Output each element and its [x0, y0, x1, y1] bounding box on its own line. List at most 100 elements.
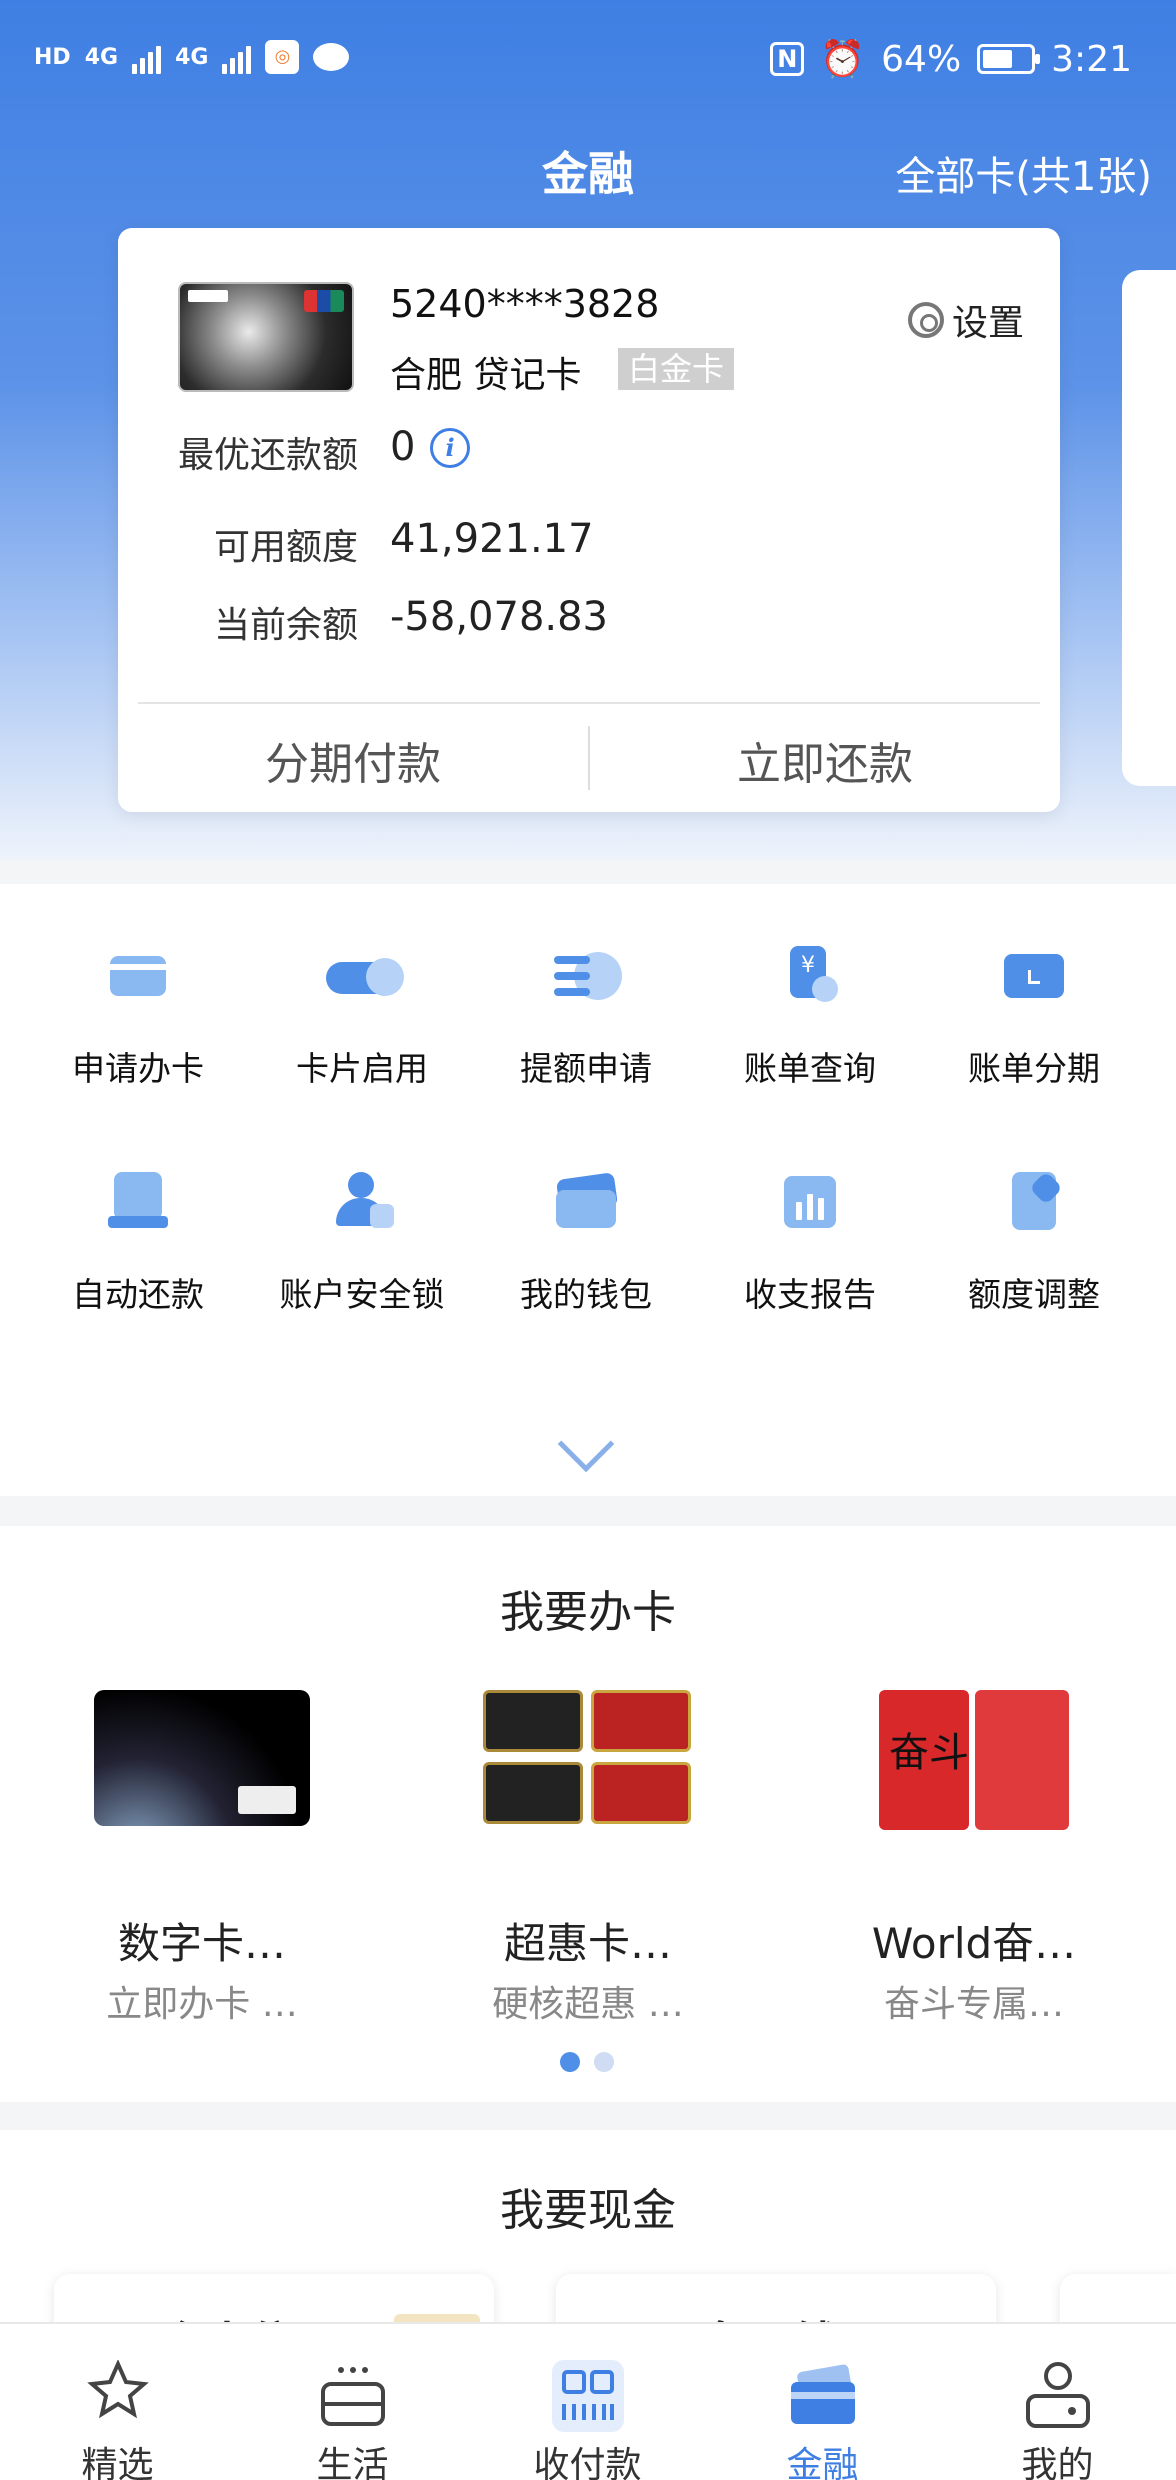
tab-label: 金融 — [786, 2445, 859, 2480]
promo-subtitle: 硬核超惠 … — [492, 1984, 684, 2025]
limit-adjust-icon — [998, 1171, 1070, 1232]
tab-label: 精选 — [81, 2445, 154, 2480]
limit-increase-icon — [550, 946, 622, 1006]
bank-logo-icon — [188, 290, 228, 302]
bottom-tab-bar: 精选 生活 收付款 金融 我的 — [0, 2322, 1176, 2480]
section-title: 我要现金 — [500, 2185, 676, 2236]
promo-subtitle: 奋斗专属… — [883, 1984, 1064, 2025]
tab-scan-pay[interactable]: 收付款 — [470, 2324, 705, 2480]
service-bill-query[interactable]: ¥ 账单查询 — [692, 946, 928, 1090]
service-label: 自动还款 — [72, 1275, 204, 1314]
super-card-image — [483, 1690, 693, 1850]
divider — [138, 702, 1040, 704]
service-wallet[interactable]: 我的钱包 — [468, 1172, 704, 1316]
profile-icon — [1026, 2362, 1090, 2428]
promo-subtitle: 立即办卡 … — [106, 1984, 298, 2025]
alarm-icon: ⏰ — [820, 39, 866, 80]
report-icon — [774, 1172, 846, 1232]
gear-icon — [907, 302, 944, 338]
card-image — [178, 282, 354, 392]
service-limit-increase[interactable]: 提额申请 — [468, 946, 704, 1090]
service-limit-adjust[interactable]: 额度调整 — [916, 1171, 1152, 1316]
promo-name: World奋… — [871, 1919, 1077, 1968]
account-lock-icon — [326, 1172, 398, 1232]
unionpay-logo-icon — [304, 290, 344, 312]
signal-icon — [132, 40, 162, 74]
service-label: 账单分期 — [968, 1049, 1100, 1088]
status-left: HD 4G 4G ◎ — [34, 40, 350, 74]
service-activate-card[interactable]: 卡片启用 — [244, 946, 480, 1090]
card-type: 合肥 贷记卡 — [390, 355, 582, 396]
available-credit-label: 可用额度 — [213, 527, 358, 568]
tab-label: 我的 — [1021, 2445, 1094, 2480]
wallet-icon — [550, 1172, 622, 1232]
credit-card-panel: 5240****3828 合肥 贷记卡 白金卡 设置 最优还款额 0 i 可用额… — [118, 228, 1060, 812]
service-label: 我的钱包 — [520, 1275, 652, 1314]
apply-card-icon — [102, 946, 174, 1006]
battery-icon — [977, 44, 1041, 74]
available-credit-value: 41,921.17 — [390, 516, 594, 562]
finance-card-icon — [791, 2364, 855, 2424]
network-type-2: 4G — [175, 44, 209, 70]
card-settings-button[interactable]: 设置 — [907, 294, 1024, 346]
bill-installment-icon — [998, 946, 1070, 1006]
auto-repay-icon — [102, 1172, 174, 1232]
carousel-dot[interactable] — [594, 2052, 614, 2072]
chat-notification-icon — [313, 43, 350, 71]
card-number: 5240****3828 — [390, 282, 660, 326]
services-grid: 申请办卡 卡片启用 提额申请 ¥ 账单查询 账单分期 自动还款 账户安全锁 我的… — [0, 884, 1176, 1496]
card-tier-badge: 白金卡 — [618, 348, 735, 390]
all-cards-button[interactable]: 全部卡(共1张) — [895, 144, 1152, 202]
status-bar: HD 4G 4G ◎ N ⏰ 64% 3:21 — [0, 0, 1176, 120]
promo-super-card[interactable]: 超惠卡… 硬核超惠 … — [438, 1690, 738, 2027]
service-label: 额度调整 — [968, 1275, 1100, 1314]
service-account-lock[interactable]: 账户安全锁 — [244, 1172, 480, 1316]
app-notification-icon: ◎ — [265, 40, 300, 74]
settings-label: 设置 — [951, 303, 1024, 344]
scan-pay-icon — [552, 2360, 624, 2432]
tab-profile[interactable]: 我的 — [940, 2324, 1175, 2480]
next-card-peek[interactable] — [1122, 270, 1176, 786]
status-right: N ⏰ 64% 3:21 — [770, 38, 1132, 80]
service-label: 卡片启用 — [296, 1049, 428, 1088]
activate-card-icon — [326, 946, 404, 1006]
service-auto-repay[interactable]: 自动还款 — [20, 1172, 256, 1316]
network-type: 4G — [84, 44, 119, 70]
featured-icon — [87, 2360, 149, 2419]
service-apply-card[interactable]: 申请办卡 — [20, 946, 256, 1090]
current-balance-label: 当前余额 — [213, 605, 358, 646]
promo-digital-card[interactable]: 数字卡… 立即办卡 … — [52, 1690, 352, 2027]
tab-label: 收付款 — [533, 2445, 642, 2480]
installment-button[interactable]: 分期付款 — [118, 728, 588, 792]
world-card-image: 奋斗 — [879, 1690, 1069, 1850]
promo-name: 超惠卡… — [503, 1919, 672, 1968]
service-label: 账户安全锁 — [279, 1275, 445, 1314]
info-icon[interactable]: i — [430, 428, 470, 468]
tab-life[interactable]: 生活 — [235, 2324, 470, 2480]
repay-now-button[interactable]: 立即还款 — [590, 728, 1060, 792]
chevron-down-icon[interactable] — [557, 1415, 615, 1473]
min-payment-label: 最优还款额 — [177, 435, 358, 476]
current-balance-value: -58,078.83 — [390, 594, 609, 640]
apply-card-section: 我要办卡 数字卡… 立即办卡 … 超惠卡… 硬核超惠 … 奋斗 World奋… … — [0, 1526, 1176, 2102]
hd-indicator: HD — [34, 44, 71, 70]
tab-featured[interactable]: 精选 — [0, 2324, 235, 2480]
service-label: 申请办卡 — [72, 1049, 204, 1088]
service-label: 提额申请 — [520, 1049, 652, 1088]
service-report[interactable]: 收支报告 — [692, 1172, 928, 1316]
promo-name: 数字卡… — [117, 1919, 286, 1968]
signal-icon-2 — [222, 40, 252, 74]
bill-query-icon: ¥ — [774, 946, 846, 1006]
battery-percent: 64% — [881, 38, 962, 80]
service-bill-installment[interactable]: 账单分期 — [916, 946, 1152, 1090]
clock: 3:21 — [1051, 38, 1132, 80]
promo-world-card[interactable]: 奋斗 World奋… 奋斗专属… — [824, 1690, 1124, 2027]
tab-finance[interactable]: 金融 — [705, 2324, 940, 2480]
min-payment-value: 0 — [390, 424, 416, 470]
service-label: 收支报告 — [744, 1275, 876, 1314]
service-label: 账单查询 — [744, 1049, 876, 1088]
tab-label: 生活 — [316, 2445, 389, 2480]
nfc-icon: N — [770, 42, 805, 76]
digital-card-image — [94, 1690, 310, 1850]
carousel-dot-active[interactable] — [560, 2052, 580, 2072]
